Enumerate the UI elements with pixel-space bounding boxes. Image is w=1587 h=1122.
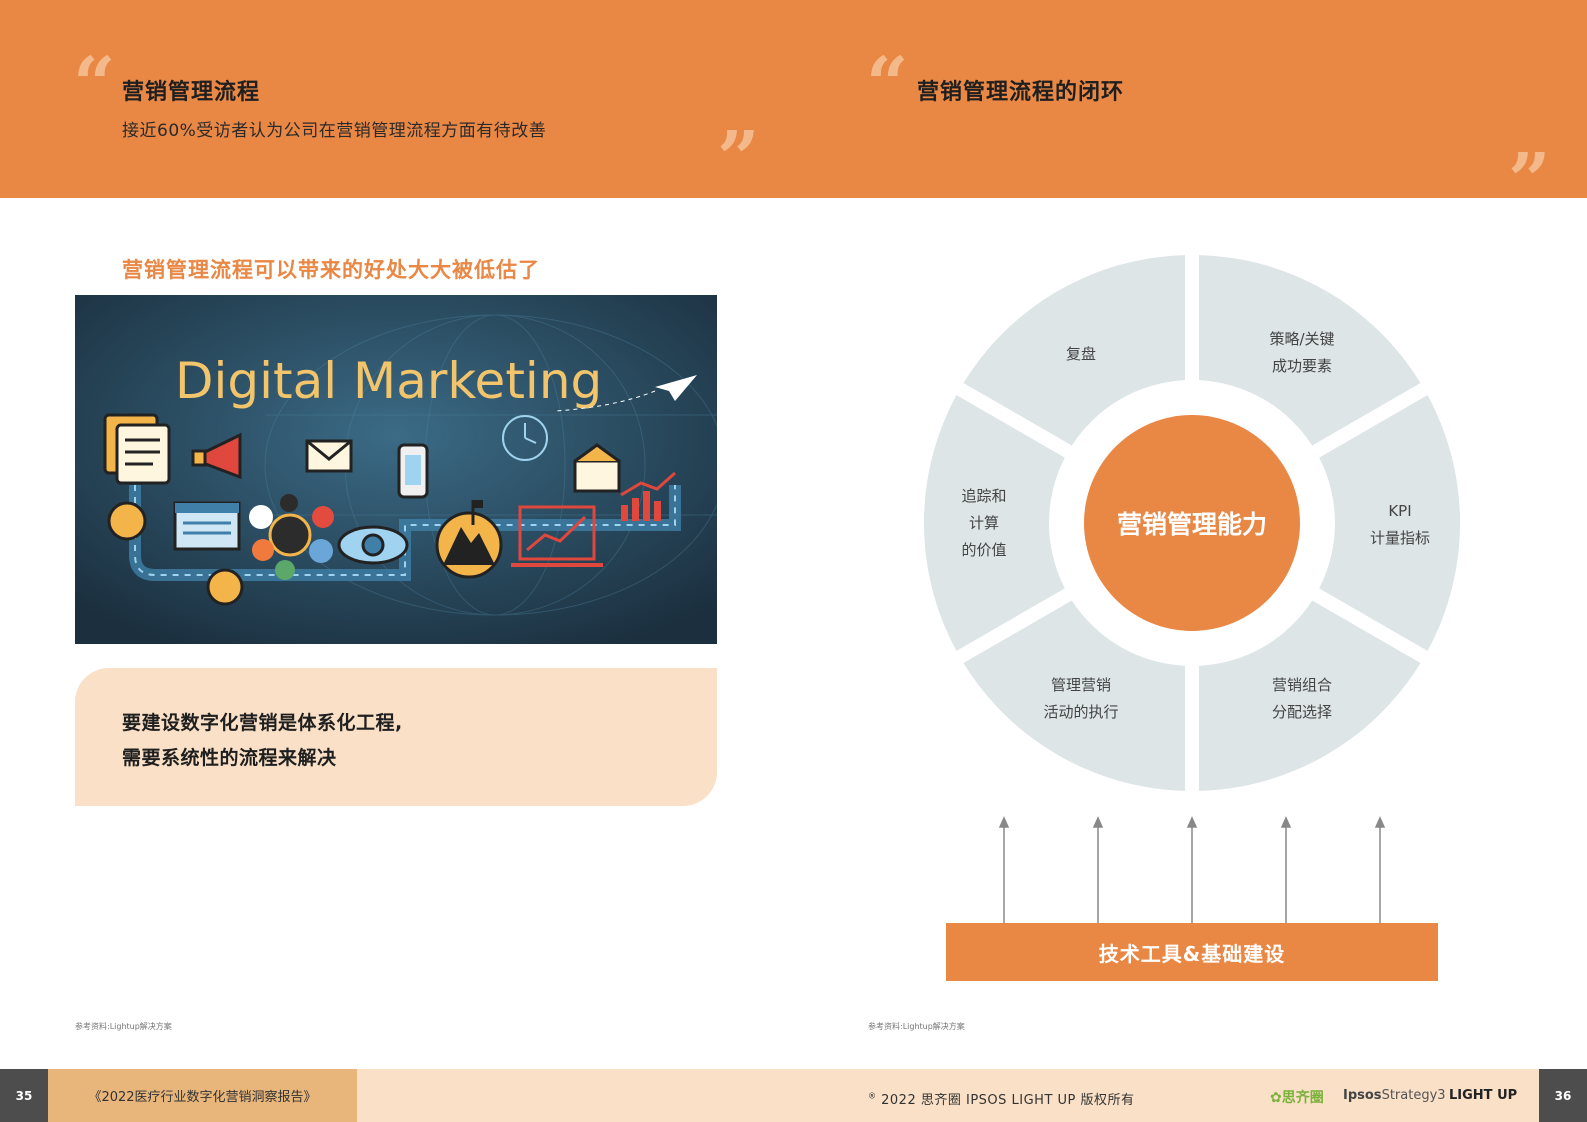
right-reference: 参考资料:Lightup解决方案 bbox=[868, 1022, 965, 1031]
section-title: 营销管理流程可以带来的好处大大被低估了 bbox=[122, 258, 540, 282]
publication-title: 《2022医疗行业数字化营销洞察报告》 bbox=[48, 1069, 357, 1122]
support-arrows bbox=[998, 816, 1386, 923]
left-header-title: 营销管理流程 bbox=[122, 80, 261, 105]
arrow-icon bbox=[998, 816, 1010, 828]
arrow-icon bbox=[1092, 816, 1104, 828]
digital-marketing-image: Digital Marketing bbox=[75, 295, 717, 644]
open-quote-icon: “ bbox=[73, 42, 116, 128]
left-reference: 参考资料:Lightup解决方案 bbox=[75, 1022, 172, 1031]
segment-label-strategy: 策略/关键 成功要素 bbox=[1269, 330, 1335, 375]
open-quote-icon: “ bbox=[866, 42, 909, 128]
page-number-right: 36 bbox=[1539, 1069, 1587, 1122]
arrow-icon bbox=[1280, 816, 1292, 828]
segment-label-tracking: 追踪和 计算 的价值 bbox=[961, 487, 1007, 559]
segment-label-review: 复盘 bbox=[1065, 345, 1096, 363]
arrow-icon bbox=[1186, 816, 1198, 828]
copyright-text: ® 2022 思齐圈 IPSOS LIGHT UP 版权所有 bbox=[868, 1091, 1135, 1108]
callout-line: 需要系统性的流程来解决 bbox=[122, 747, 337, 769]
segment-label-kpi: KPI 计量指标 bbox=[1369, 502, 1430, 547]
page-number-left: 35 bbox=[0, 1069, 48, 1122]
siqiquan-logo: ✿思齐圈 bbox=[1270, 1090, 1324, 1106]
wheel-center-label: 营销管理能力 bbox=[1117, 510, 1267, 539]
arrow-icon bbox=[1374, 816, 1386, 828]
segment-label-marketing-mix: 营销组合 分配选择 bbox=[1271, 676, 1332, 721]
digital-marketing-illustration: Digital Marketing bbox=[75, 295, 717, 644]
close-quote-icon: ” bbox=[717, 116, 760, 202]
close-quote-icon: ” bbox=[1508, 138, 1551, 224]
image-title: Digital Marketing bbox=[175, 352, 602, 410]
lightup-logo: LIGHT UP bbox=[1449, 1088, 1518, 1103]
right-header-title: 营销管理流程的闭环 bbox=[917, 80, 1125, 105]
callout-line: 要建设数字化营销是体系化工程, bbox=[122, 712, 403, 734]
ipsos-strategy3-logo: IpsosStrategy3 bbox=[1343, 1088, 1446, 1103]
left-header-subtitle: 接近60%受访者认为公司在营销管理流程方面有待改善 bbox=[122, 121, 547, 141]
callout-text: 要建设数字化营销是体系化工程, 需要系统性的流程来解决 bbox=[122, 706, 403, 776]
segment-label-execution: 管理营销 活动的执行 bbox=[1043, 676, 1119, 721]
foundation-bar: 技术工具&基础建设 bbox=[946, 923, 1438, 981]
registered-mark: ® bbox=[868, 1091, 877, 1101]
leaf-icon: ✿ bbox=[1270, 1090, 1282, 1106]
